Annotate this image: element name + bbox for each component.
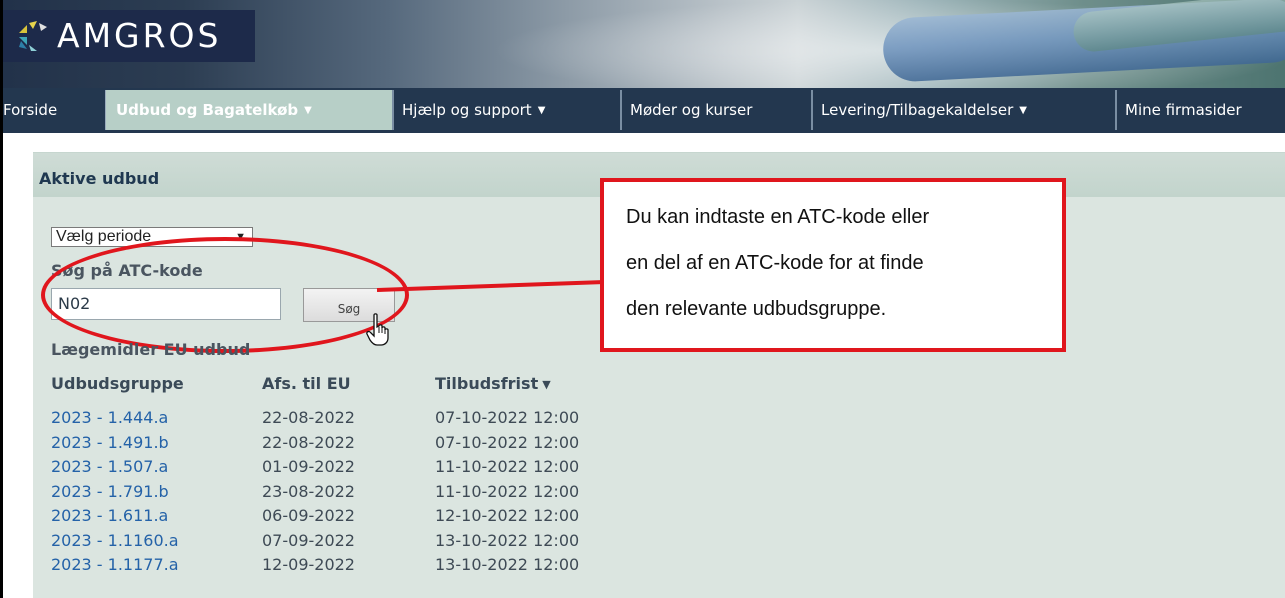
table-row: 2023 - 1.444.a 22-08-2022 07-10-2022 12:00 [33,407,733,431]
offer-deadline: 11-10-2022 12:00 [435,481,580,501]
callout-connector-line [376,280,605,292]
dropdown-caret-icon: ▼ [537,105,546,116]
highlight-ellipse [41,237,409,353]
sent-to-eu-date: 07-09-2022 [262,530,355,550]
brand-name: AMGROS [57,16,222,55]
dropdown-caret-icon: ▼ [1019,105,1027,116]
nav-item-levering-tilbagekaldelser[interactable]: Levering/Tilbagekaldelser ▼ [811,90,1108,130]
table-row: 2023 - 1.1177.a 12-09-2022 13-10-2022 12:0… [33,554,733,578]
app-window: AMGROS Forside Udbud og Bagatelkøb ▼ Hjæl… [0,0,1285,598]
table-row: 2023 - 1.491.b 22-08-2022 07-10-2022 12:00 [33,432,733,456]
nav-item-mine-firmasider[interactable]: Mine firmasider [1115,90,1285,130]
callout-text-line: Du kan indtaste en ATC-kode eller [626,206,930,228]
column-header-afs-til-eu[interactable]: Afs. til EU [262,374,351,393]
nav-item-label: Møder og kurser [630,101,753,119]
eu-section-label: Lægemidler EU udbud [51,340,251,359]
nav-item-forside[interactable]: Forside [3,90,105,130]
table-row: 2023 - 1.1160.a 07-09-2022 13-10-2022 12:0… [33,530,733,554]
dropdown-caret-icon: ▼ [304,105,312,116]
period-select-value: Vælg periode [56,228,152,245]
tender-group-link[interactable]: 2023 - 1.507.a [51,456,168,478]
nav-item-moder-og-kurser[interactable]: Møder og kurser [620,90,808,130]
nav-item-label: Levering/Tilbagekaldelser [821,101,1014,119]
sent-to-eu-date: 23-08-2022 [262,481,355,501]
nav-item-label: Udbud og Bagatelkøb [116,101,299,119]
sent-to-eu-date: 22-08-2022 [262,432,355,452]
column-header-udbudsgruppe[interactable]: Udbudsgruppe [51,374,184,393]
nav-item-label: Hjælp og support [402,101,532,119]
offer-deadline: 07-10-2022 12:00 [435,432,580,452]
tender-group-link[interactable]: 2023 - 1.1177.a [51,554,179,576]
callout-text-line: en del af en ATC-kode for at finde [626,252,924,274]
hand-cursor-icon [366,313,389,346]
offer-deadline: 13-10-2022 12:00 [435,530,580,550]
offer-deadline: 12-10-2022 12:00 [435,506,580,525]
main-navigation: Forside Udbud og Bagatelkøb ▼ Hjælp og su… [3,88,1285,133]
callout-text-line: den relevante udbudsgruppe. [626,298,887,320]
sent-to-eu-date: 12-09-2022 [262,555,355,574]
nav-item-hjaelp-og-support[interactable]: Hjælp og support ▼ [392,90,612,130]
offer-deadline: 13-10-2022 12:00 [435,555,580,574]
column-header-label: Tilbudsfrist [435,374,539,393]
sent-to-eu-date: 06-09-2022 [262,506,355,525]
nav-item-label: Forside [3,101,58,119]
table-row: 2023 - 1.611.a 06-09-2022 12-10-2022 12:00 [33,505,733,529]
amgros-logo-icon [19,21,47,51]
tender-group-link[interactable]: 2023 - 1.491.b [51,432,169,454]
nav-item-label: Mine firmasider [1125,101,1242,119]
tender-group-link[interactable]: 2023 - 1.611.a [51,505,168,527]
tender-group-link[interactable]: 2023 - 1.1160.a [51,530,179,552]
column-header-tilbudsfrist[interactable]: Tilbudsfrist ▼ [435,374,551,393]
tender-group-link[interactable]: 2023 - 1.444.a [51,407,168,429]
offer-deadline: 11-10-2022 12:00 [435,457,580,476]
table-row: 2023 - 1.791.b 23-08-2022 11-10-2022 12:00 [33,481,733,505]
sort-descending-icon: ▼ [542,378,551,391]
table-row: 2023 - 1.507.a 01-09-2022 11-10-2022 12:00 [33,456,733,480]
sent-to-eu-date: 22-08-2022 [262,408,355,427]
header-banner: AMGROS [3,0,1285,88]
annotation-callout: Du kan indtaste en ATC-kode eller en del… [600,178,1066,352]
nav-item-udbud-og-bagatelkob[interactable]: Udbud og Bagatelkøb ▼ [105,90,392,130]
offer-deadline: 07-10-2022 12:00 [435,408,580,427]
sent-to-eu-date: 01-09-2022 [262,457,355,476]
tender-group-link[interactable]: 2023 - 1.791.b [51,481,169,503]
panel-title: Aktive udbud [39,169,160,188]
logo[interactable]: AMGROS [3,10,255,62]
